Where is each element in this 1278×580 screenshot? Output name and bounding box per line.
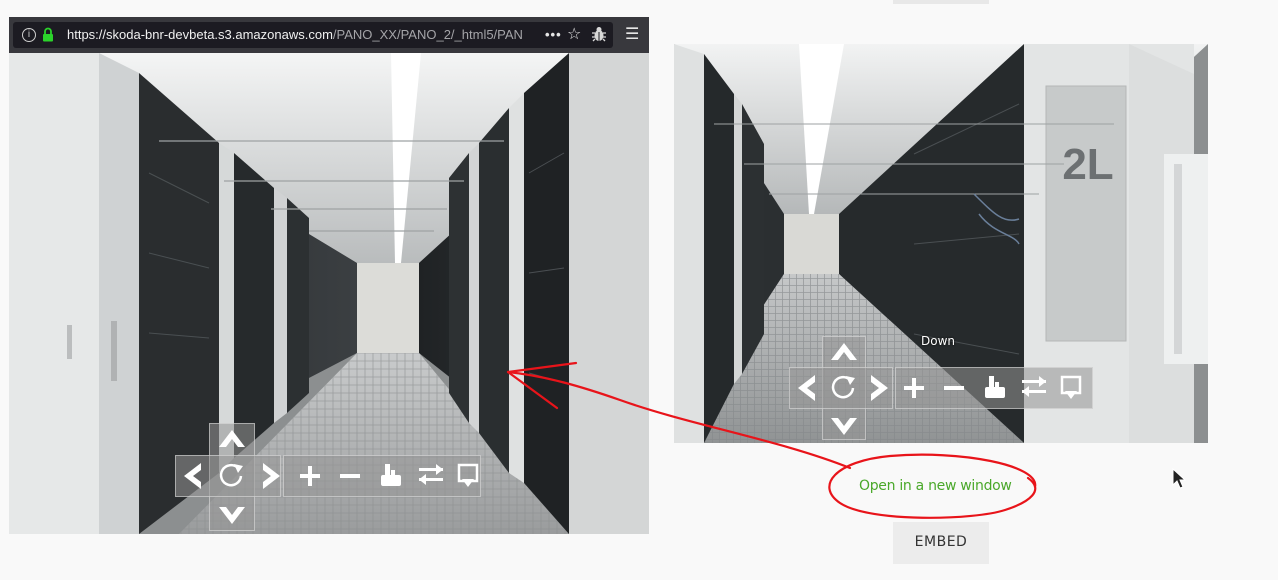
- rotate-icon[interactable]: [828, 374, 858, 402]
- hand-drag-icon[interactable]: [983, 374, 1007, 400]
- arrow-down-icon[interactable]: [218, 501, 246, 525]
- panorama-viewer-right[interactable]: 2L: [674, 44, 1208, 443]
- zoom-in-icon[interactable]: [299, 465, 321, 487]
- bug-icon[interactable]: [592, 26, 606, 42]
- arrow-left-icon[interactable]: [797, 374, 821, 402]
- arrow-right-icon[interactable]: [257, 462, 281, 490]
- switch-mode-icon[interactable]: [1021, 375, 1047, 399]
- zoom-in-icon[interactable]: [903, 377, 925, 399]
- pano-controls-embedded: [789, 336, 1099, 443]
- mouse-cursor-icon: [1172, 468, 1186, 489]
- hand-drag-icon[interactable]: [379, 462, 403, 488]
- rotate-icon[interactable]: [216, 462, 246, 490]
- tooltip-down: Down: [921, 334, 956, 348]
- arrow-down-icon[interactable]: [830, 412, 858, 436]
- top-tab[interactable]: [893, 0, 989, 4]
- info-icon[interactable]: i: [22, 28, 36, 42]
- more-icon[interactable]: •••: [545, 22, 562, 48]
- arrow-up-icon[interactable]: [830, 342, 858, 366]
- bookmark-star-icon[interactable]: ☆: [567, 22, 581, 48]
- svg-text:2L: 2L: [1062, 140, 1113, 189]
- browser-url-bar: i https://skoda-bnr-devbeta.s3.amazonaws…: [9, 17, 649, 53]
- zoom-out-icon[interactable]: [339, 465, 361, 487]
- zoom-out-icon[interactable]: [943, 377, 965, 399]
- open-in-new-window-link[interactable]: Open in a new window: [859, 478, 1012, 494]
- switch-mode-icon[interactable]: [418, 463, 444, 487]
- fullscreen-icon[interactable]: [457, 463, 479, 489]
- url-path: /PANO_XX/PANO_2/_html5/PAN: [332, 27, 523, 42]
- arrow-up-icon[interactable]: [218, 429, 246, 453]
- url-text[interactable]: https://skoda-bnr-devbeta.s3.amazonaws.c…: [67, 22, 537, 48]
- browser-window: i https://skoda-bnr-devbeta.s3.amazonaws…: [9, 17, 649, 534]
- fullscreen-icon[interactable]: [1060, 375, 1082, 401]
- arrow-left-icon[interactable]: [183, 462, 207, 490]
- lock-icon[interactable]: [42, 27, 54, 42]
- menu-icon[interactable]: ☰: [625, 22, 639, 48]
- panorama-viewer-left[interactable]: [9, 53, 649, 534]
- pano-controls: [175, 423, 495, 534]
- arrow-right-icon[interactable]: [865, 374, 889, 402]
- embed-button[interactable]: EMBED: [893, 522, 989, 564]
- url-host: https://skoda-bnr-devbeta.s3.amazonaws.c…: [67, 27, 333, 42]
